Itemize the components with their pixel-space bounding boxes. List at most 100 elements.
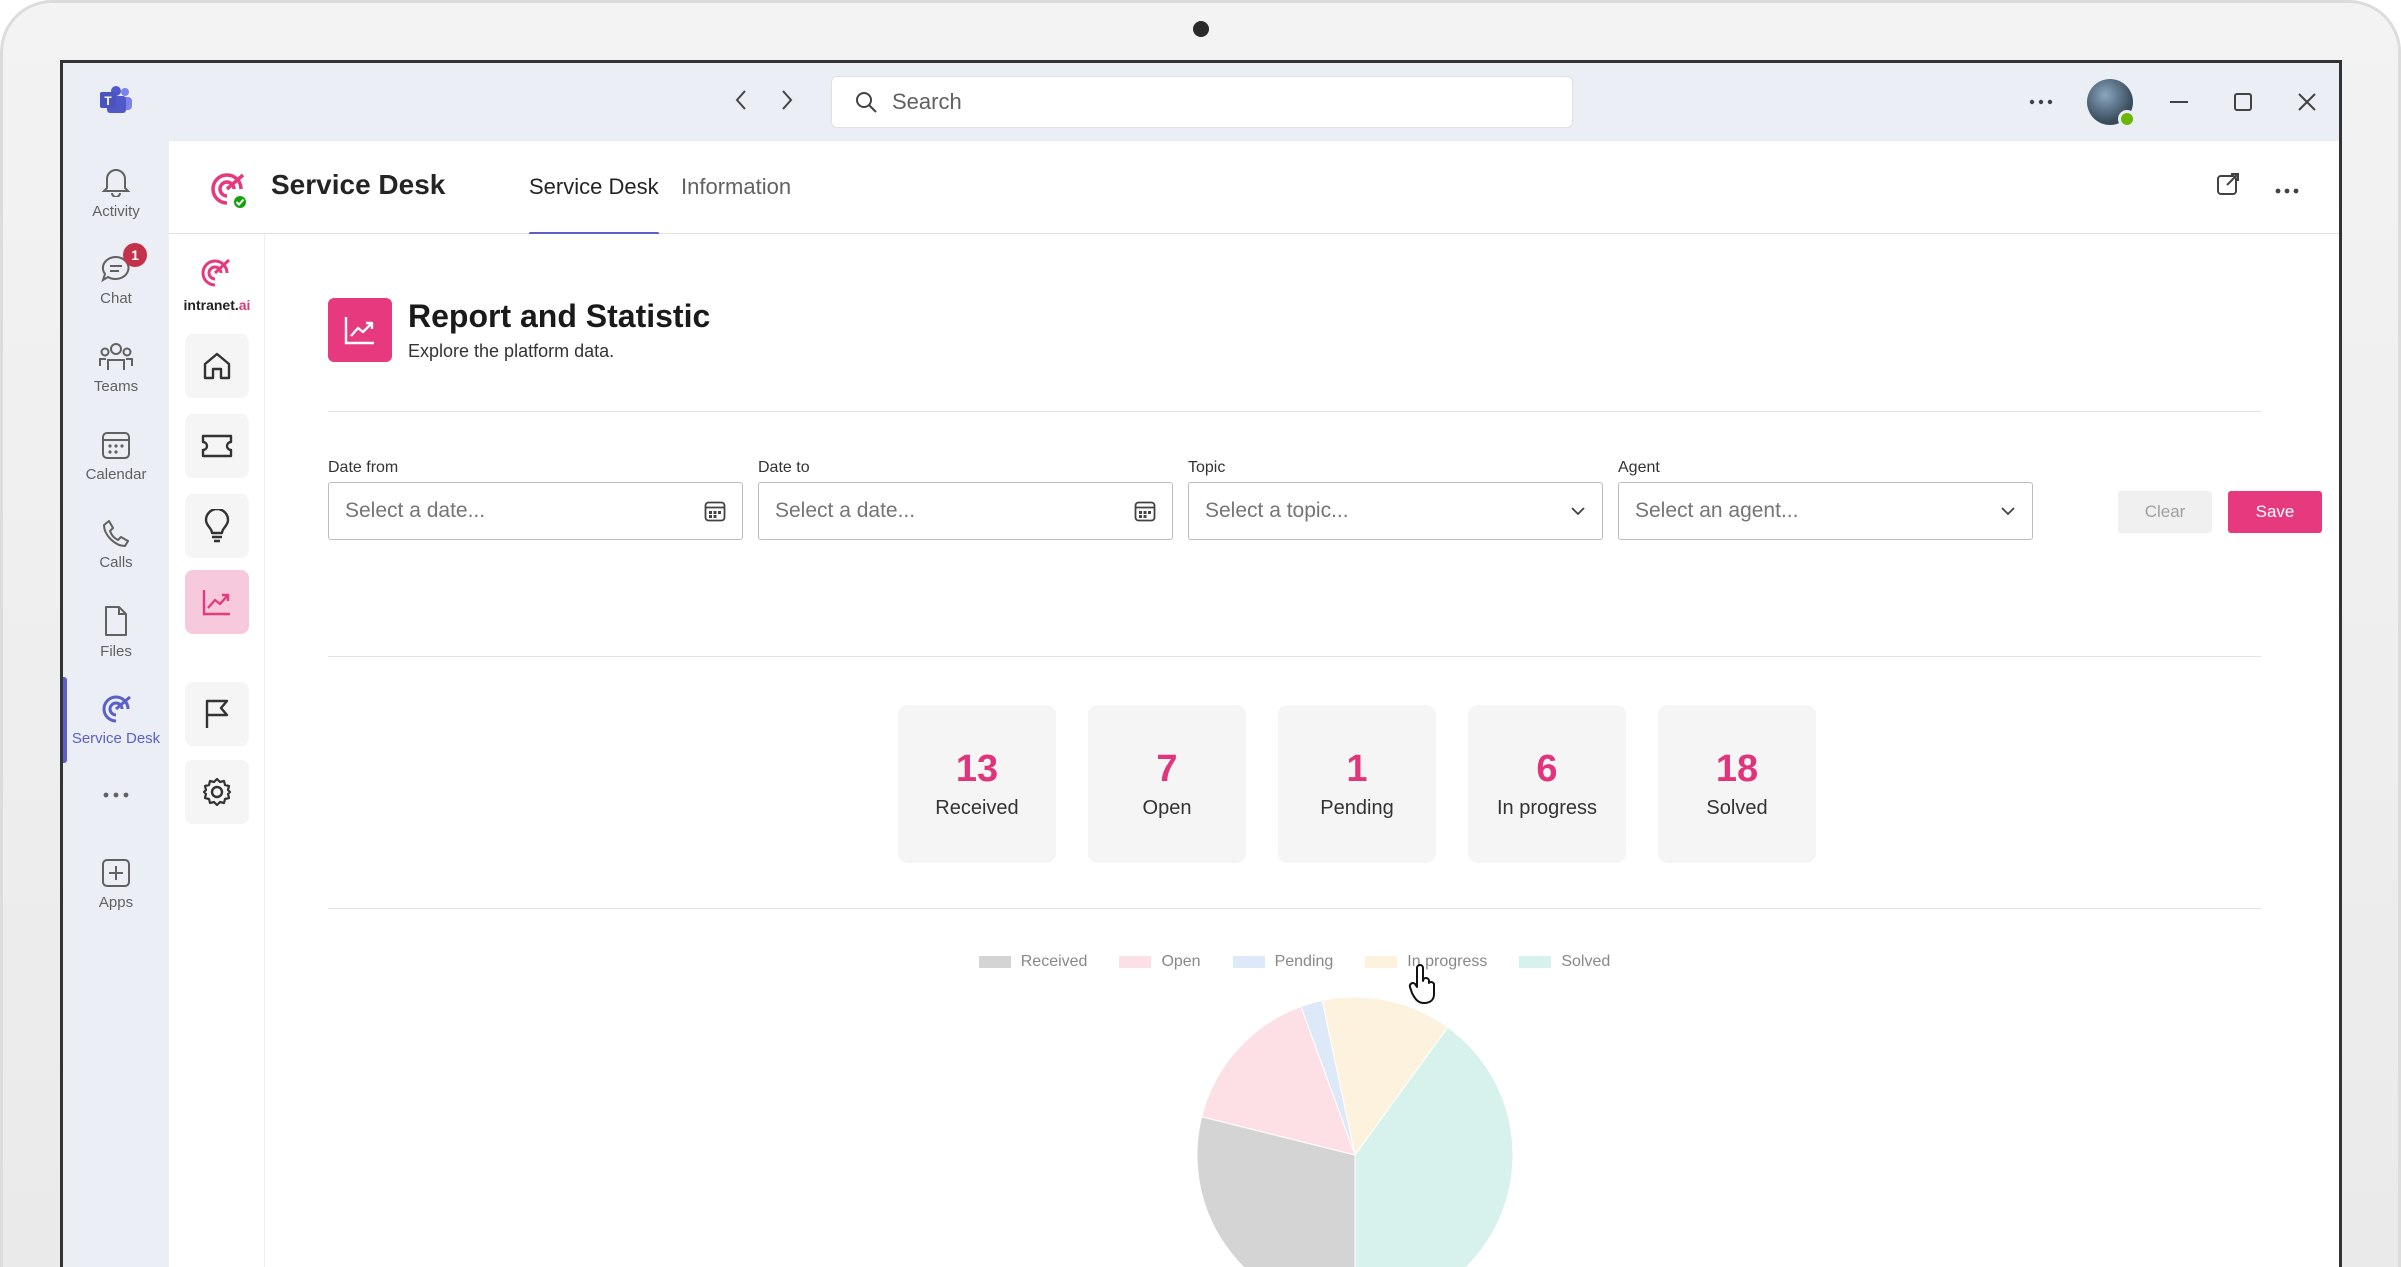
- stat-card-solved[interactable]: 18 Solved: [1658, 705, 1816, 863]
- report-page: Report and Statistic Explore the platfor…: [266, 234, 2339, 1267]
- phone-icon: [103, 519, 129, 547]
- rail-item-label: Calendar: [85, 465, 147, 483]
- search-input[interactable]: Search: [831, 76, 1573, 128]
- avatar[interactable]: [2087, 79, 2136, 128]
- rail-item-label: Apps: [98, 893, 134, 911]
- tab-information[interactable]: Information: [681, 174, 791, 200]
- add-app-icon: [102, 858, 130, 887]
- unread-badge: 1: [123, 243, 147, 267]
- rail-item-label: Chat: [100, 289, 132, 307]
- stat-label: In progress: [1496, 797, 1598, 819]
- agent-select[interactable]: Select an agent...: [1618, 482, 2033, 540]
- legend-item[interactable]: Received: [978, 953, 1087, 971]
- chevron-down-icon: [1571, 507, 1585, 516]
- teams-icon: [99, 342, 133, 370]
- chevron-down-icon: [2001, 507, 2015, 516]
- service-desk-logo-icon: [209, 169, 249, 210]
- page-title: Report and Statistic: [408, 298, 711, 334]
- rail-item-service-desk[interactable]: Service Desk: [63, 677, 169, 763]
- app-rail: Activity Chat 1 Teams Calendar Calls Fil…: [63, 141, 169, 1267]
- teams-window: T Search Activity Chat 1 Teams Calendar …: [60, 60, 2342, 1267]
- report-chart-icon: [328, 298, 392, 362]
- stat-label: Pending: [1320, 797, 1394, 819]
- flag-button[interactable]: [185, 682, 249, 746]
- lightbulb-icon: [204, 509, 230, 543]
- stat-card-pending[interactable]: 1 Pending: [1278, 705, 1436, 863]
- date-to-placeholder: Select a date...: [775, 499, 916, 522]
- home-icon: [203, 352, 231, 380]
- stat-value: 13: [955, 748, 999, 790]
- brand-name: intranet.ai: [183, 297, 251, 313]
- legend-swatch: [978, 956, 1011, 968]
- maximize-icon[interactable]: [2211, 63, 2275, 141]
- app-header: Service Desk Service Desk Information: [169, 141, 2339, 235]
- settings-button[interactable]: [185, 760, 249, 824]
- stat-card-open[interactable]: 7 Open: [1088, 705, 1246, 863]
- search-icon: [856, 92, 877, 113]
- rail-item-chat[interactable]: Chat 1: [63, 237, 169, 323]
- reports-button[interactable]: [185, 570, 249, 634]
- divider: [328, 411, 2261, 412]
- legend-item[interactable]: Pending: [1232, 953, 1334, 971]
- page-subtitle: Explore the platform data.: [408, 341, 615, 361]
- more-options-icon[interactable]: [2275, 171, 2299, 202]
- pop-out-icon[interactable]: [2215, 171, 2241, 202]
- save-button[interactable]: Save: [2228, 491, 2322, 533]
- date-to-label: Date to: [758, 459, 810, 476]
- search-placeholder: Search: [892, 89, 962, 114]
- date-to-field[interactable]: Select a date...: [758, 482, 1173, 540]
- rail-item-label: Calls: [99, 553, 133, 571]
- minimize-icon[interactable]: [2147, 63, 2211, 141]
- rail-item-activity[interactable]: Activity: [63, 149, 169, 235]
- flag-icon: [205, 699, 229, 728]
- rail-more-icon[interactable]: [63, 765, 169, 825]
- brand-logo[interactable]: intranet.ai: [169, 256, 265, 313]
- stat-card-received[interactable]: 13 Received: [898, 705, 1056, 863]
- legend-item[interactable]: Solved: [1519, 953, 1610, 971]
- home-button[interactable]: [185, 334, 249, 398]
- date-from-placeholder: Select a date...: [345, 499, 486, 522]
- bell-icon: [101, 168, 131, 197]
- legend-item[interactable]: Open: [1119, 953, 1201, 971]
- calendar-icon: [1134, 501, 1156, 522]
- forward-arrow-icon[interactable]: [775, 85, 799, 115]
- stat-value: 18: [1715, 748, 1759, 790]
- rail-item-label: Teams: [93, 377, 139, 395]
- stat-card-in-progress[interactable]: 6 In progress: [1468, 705, 1626, 863]
- topic-placeholder: Select a topic...: [1205, 499, 1349, 522]
- service-desk-icon: [102, 695, 131, 722]
- topic-label: Topic: [1188, 459, 1226, 476]
- rail-item-apps[interactable]: Apps: [63, 841, 169, 927]
- legend-swatch: [1365, 956, 1398, 968]
- close-icon[interactable]: [2275, 63, 2339, 141]
- more-options-icon[interactable]: [2009, 63, 2073, 141]
- tickets-button[interactable]: [185, 414, 249, 478]
- date-from-field[interactable]: Select a date...: [328, 482, 743, 540]
- back-arrow-icon[interactable]: [729, 85, 753, 115]
- stat-label: Solved: [1706, 797, 1768, 819]
- rail-item-files[interactable]: Files: [63, 589, 169, 675]
- agent-label: Agent: [1618, 459, 1660, 476]
- rail-item-calls[interactable]: Calls: [63, 501, 169, 587]
- title-bar: T Search: [63, 63, 2339, 141]
- app-sidebar: intranet.ai: [169, 234, 265, 1267]
- rail-item-teams[interactable]: Teams: [63, 325, 169, 411]
- legend-label: Solved: [1561, 953, 1611, 970]
- rail-item-label: Activity: [92, 202, 140, 220]
- camera: [1193, 21, 1209, 37]
- rail-item-calendar[interactable]: Calendar: [63, 413, 169, 499]
- topic-select[interactable]: Select a topic...: [1188, 482, 1603, 540]
- legend-label: Open: [1161, 953, 1201, 970]
- stat-value: 7: [1156, 748, 1178, 790]
- divider: [328, 908, 2261, 909]
- chart-legend: Received Open Pending In progress Solved: [266, 953, 2339, 971]
- stat-value: 6: [1536, 748, 1558, 790]
- tab-service-desk[interactable]: Service Desk: [529, 174, 659, 235]
- file-icon: [105, 605, 127, 636]
- legend-label: Pending: [1274, 953, 1334, 970]
- ticket-icon: [201, 434, 233, 458]
- clear-button[interactable]: Clear: [2118, 491, 2212, 533]
- legend-swatch: [1519, 956, 1552, 968]
- ideas-button[interactable]: [185, 494, 249, 558]
- agent-placeholder: Select an agent...: [1635, 499, 1799, 522]
